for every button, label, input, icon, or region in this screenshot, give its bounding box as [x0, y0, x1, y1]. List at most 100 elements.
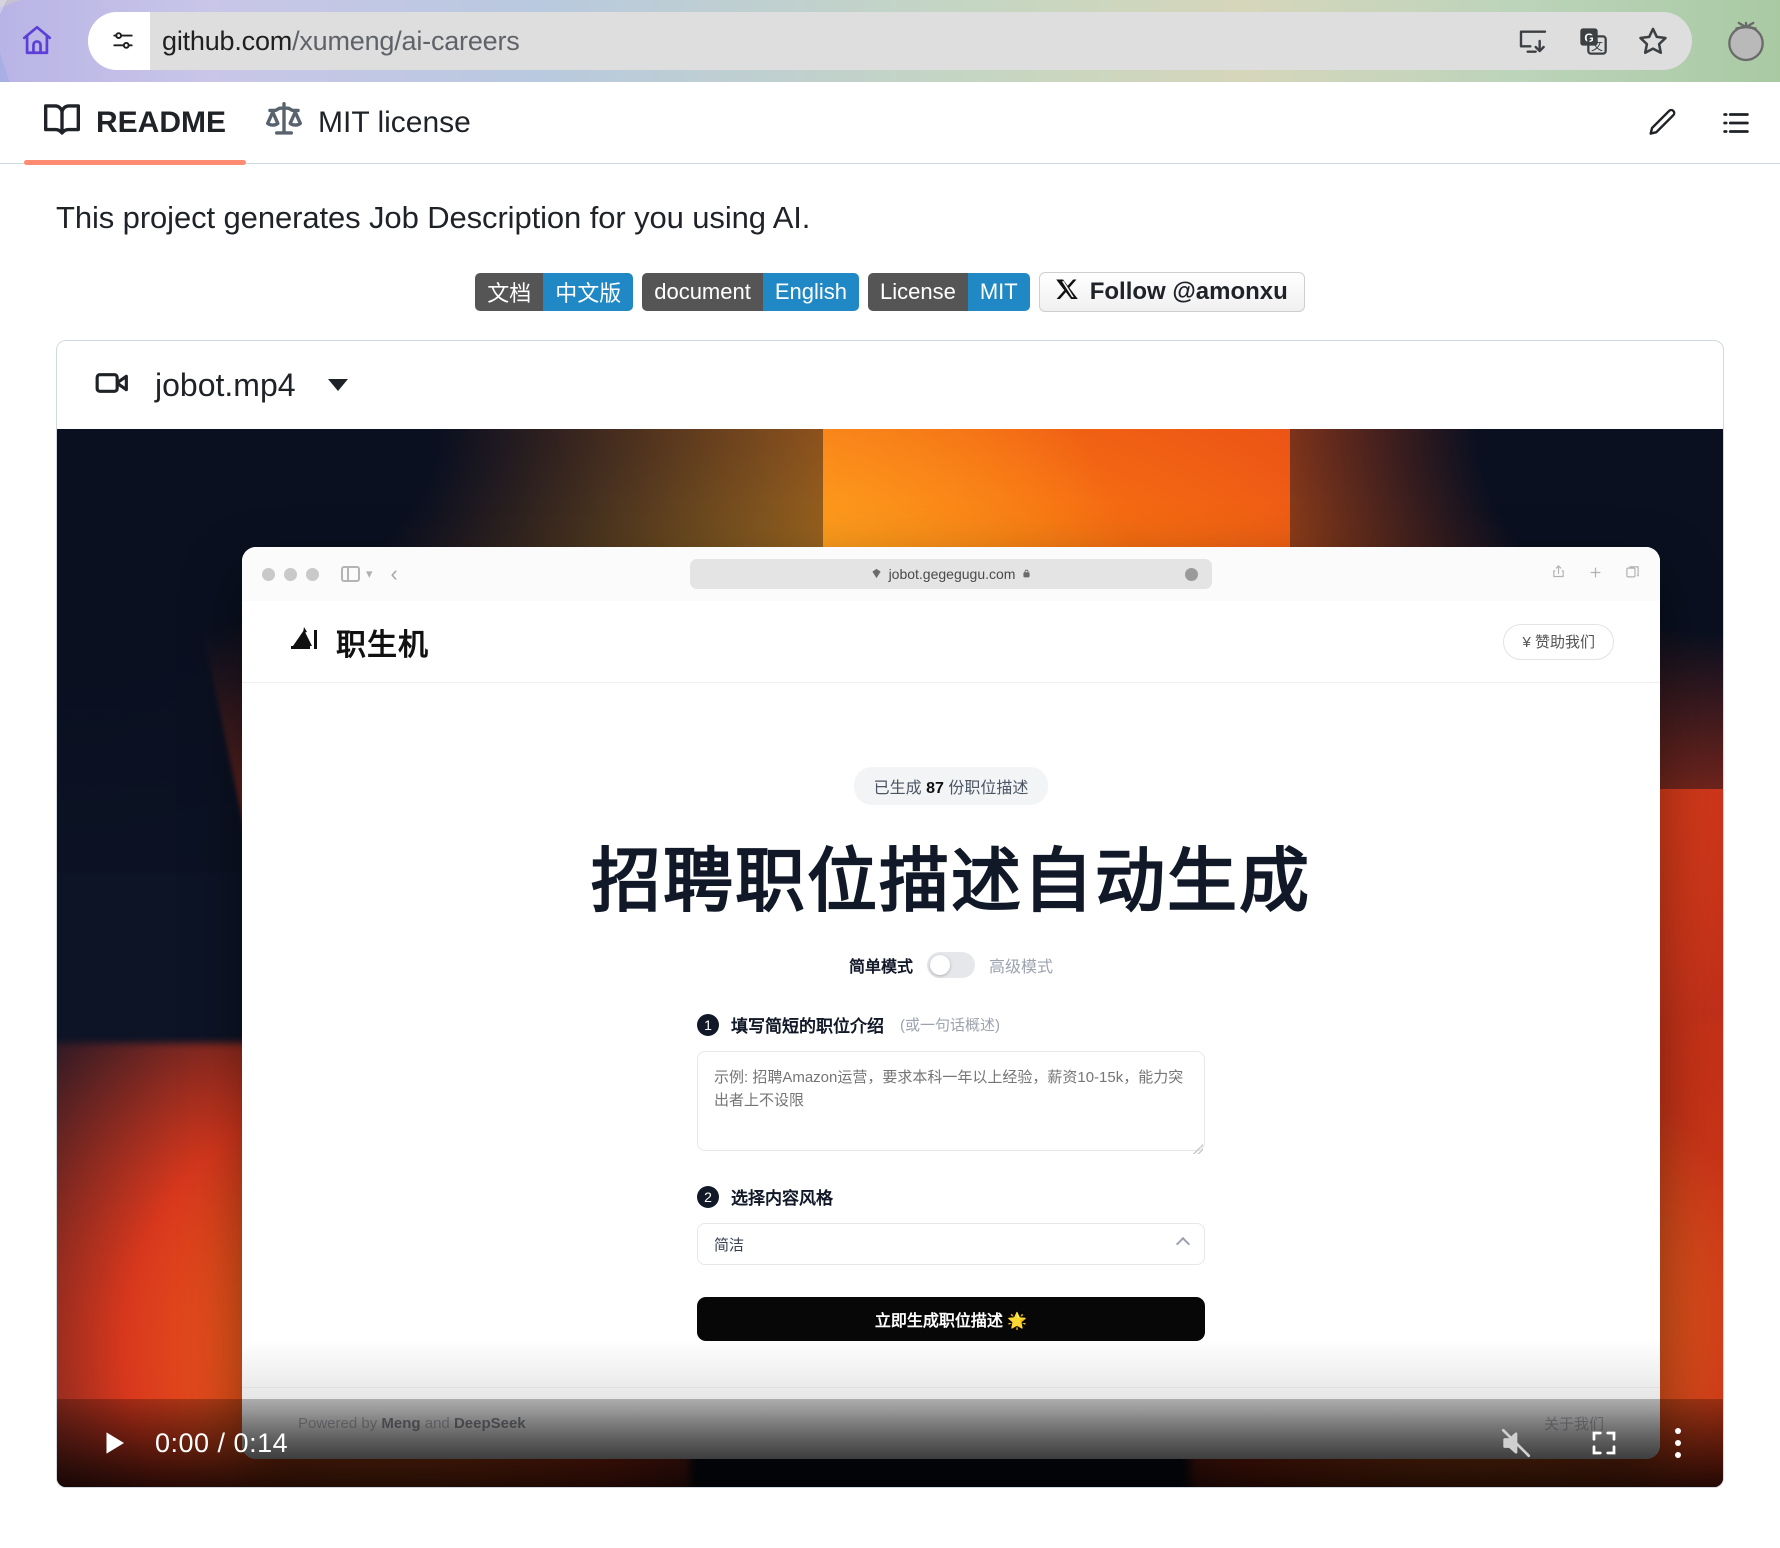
file-header-actions: [1644, 82, 1754, 164]
sidebar-toggle-icon[interactable]: [341, 566, 360, 582]
mock-page-content: 职生机 ¥ 赞助我们 已生成 87 份职位描述 招聘职位描述自动生成 简单模式 …: [242, 601, 1660, 1459]
law-scale-icon: [266, 102, 303, 143]
sponsor-button-label: ¥ 赞助我们: [1522, 634, 1595, 651]
mock-safari-toolbar: ▾ ‹ jobot.gegegugu.com: [242, 547, 1660, 601]
book-icon: [44, 102, 81, 143]
badge-document-english-left: document: [642, 273, 763, 311]
job-intro-textarea[interactable]: [697, 1051, 1205, 1151]
video-controls-right: [1499, 1426, 1681, 1460]
tab-readme[interactable]: README: [24, 82, 247, 165]
video-card: jobot.mp4 ▾ ‹ jobot.gegegugu.com 职生机 ¥ 赞…: [56, 340, 1724, 1488]
generated-count: 87: [926, 780, 944, 797]
site-logo[interactable]: 职生机: [288, 620, 429, 664]
tab-mit-license[interactable]: MIT license: [246, 82, 491, 164]
home-icon: [22, 25, 52, 55]
badge-document-english-right: English: [762, 273, 859, 311]
badge-row: 文档 中文版 document English License MIT Foll…: [0, 272, 1780, 312]
install-app-icon[interactable]: [1516, 24, 1550, 58]
mock-address-bar[interactable]: jobot.gegegugu.com: [690, 559, 1212, 589]
content-style-select[interactable]: 简洁: [697, 1223, 1205, 1265]
address-bar-url: github.com/xumeng/ai-careers: [162, 26, 520, 57]
badge-doc-chinese-left: 文档: [475, 273, 544, 311]
back-chevron-icon[interactable]: ‹: [391, 563, 398, 585]
profile-avatar[interactable]: [1720, 14, 1772, 66]
step-2-row: 2 选择内容风格: [697, 1184, 1205, 1209]
badge-license-mit[interactable]: License MIT: [868, 273, 1030, 311]
translate-icon[interactable]: G 文: [1576, 24, 1610, 58]
file-header-tabs: README MIT license: [0, 82, 1780, 165]
site-header: 职生机 ¥ 赞助我们: [242, 601, 1660, 683]
tab-mit-license-label: MIT license: [318, 105, 471, 139]
generate-button[interactable]: 立即生成职位描述 🌟: [697, 1297, 1205, 1341]
chevron-down-icon[interactable]: [327, 379, 348, 391]
badge-license-mit-left: License: [868, 273, 968, 311]
shield-icon: [871, 566, 882, 582]
chevron-down-icon[interactable]: ▾: [366, 566, 373, 582]
url-path: /xumeng/ai-careers: [292, 25, 520, 56]
video-card-header: jobot.mp4: [57, 341, 1723, 429]
step-1-hint: (或一句话概述): [900, 1017, 1000, 1034]
badge-follow-label: Follow @amonxu: [1089, 278, 1288, 305]
badge-doc-chinese-right: 中文版: [543, 273, 634, 311]
reload-icon[interactable]: [1185, 567, 1198, 581]
site-info-icon[interactable]: [110, 28, 136, 54]
readme-body: This project generates Job Description f…: [0, 164, 1780, 1488]
url-domain: github.com: [162, 25, 293, 56]
volume-muted-icon: [1501, 1428, 1531, 1458]
mock-safari-window: ▾ ‹ jobot.gegegugu.com 职生机 ¥ 赞助我们 已生成 87…: [242, 547, 1660, 1459]
x-twitter-icon: [1055, 277, 1080, 308]
window-traffic-lights[interactable]: [262, 567, 319, 581]
step-2-number: 2: [697, 1185, 719, 1208]
badge-doc-chinese[interactable]: 文档 中文版: [475, 273, 634, 311]
home-button[interactable]: [14, 17, 60, 63]
play-button[interactable]: [99, 1426, 129, 1460]
mode-toggle-row: 简单模式 高级模式: [849, 952, 1053, 978]
site-main: 已生成 87 份职位描述 招聘职位描述自动生成 简单模式 高级模式 1 填写简短…: [242, 683, 1660, 1459]
minimize-window-icon[interactable]: [284, 567, 297, 581]
video-filename: jobot.mp4: [155, 366, 296, 403]
textarea-resize-handle[interactable]: [1193, 1144, 1203, 1154]
video-time-display: 0:00 / 0:14: [155, 1427, 289, 1458]
badge-license-mit-right: MIT: [967, 273, 1030, 311]
generated-badge-prefix: 已生成: [873, 780, 922, 797]
sponsor-button[interactable]: ¥ 赞助我们: [1503, 623, 1614, 660]
mute-button[interactable]: [1499, 1426, 1533, 1460]
play-icon: [106, 1432, 124, 1454]
mock-url-text: jobot.gegegugu.com: [888, 566, 1016, 582]
share-icon[interactable]: [1551, 563, 1566, 585]
badge-follow-twitter[interactable]: Follow @amonxu: [1038, 272, 1305, 312]
tabs-overview-icon[interactable]: [1625, 564, 1640, 585]
maximize-window-icon[interactable]: [306, 567, 319, 581]
page-title: 招聘职位描述自动生成: [591, 842, 1311, 920]
close-window-icon[interactable]: [262, 567, 275, 581]
kebab-menu-icon: [1675, 1428, 1681, 1434]
plus-icon[interactable]: [1588, 564, 1603, 585]
video-camera-icon: [93, 363, 133, 408]
tab-readme-label: README: [96, 105, 227, 139]
fullscreen-button[interactable]: [1589, 1428, 1619, 1458]
svg-text:文: 文: [1591, 38, 1603, 53]
more-options-button[interactable]: [1675, 1428, 1681, 1458]
video-controls-bar: 0:00 / 0:14: [57, 1399, 1723, 1487]
edit-pencil-icon[interactable]: [1644, 105, 1680, 141]
generator-form: 1 填写简短的职位介绍 (或一句话概述) 2 选择内容风格: [697, 1012, 1205, 1341]
bookmark-star-icon[interactable]: [1636, 24, 1670, 58]
mode-advanced-label: 高级模式: [989, 959, 1054, 976]
mode-toggle-switch[interactable]: [927, 952, 975, 978]
badge-document-english[interactable]: document English: [642, 273, 859, 311]
mock-toolbar-right: [1551, 563, 1640, 585]
video-player[interactable]: ▾ ‹ jobot.gegegugu.com 职生机 ¥ 赞助我们 已生成 87…: [57, 429, 1723, 1487]
fullscreen-icon: [1592, 1431, 1616, 1455]
mode-simple-label: 简单模式: [848, 959, 913, 976]
tomato-avatar-icon: [1728, 21, 1764, 62]
readme-intro-paragraph: This project generates Job Description f…: [56, 200, 811, 235]
address-bar[interactable]: github.com/xumeng/ai-careers G 文: [88, 12, 1692, 70]
generated-badge-suffix: 份职位描述: [948, 780, 1029, 797]
generated-count-badge: 已生成 87 份职位描述: [853, 767, 1049, 805]
lock-icon: [1022, 566, 1031, 582]
outline-list-icon[interactable]: [1718, 105, 1754, 141]
step-2-label: 选择内容风格: [731, 1189, 833, 1208]
step-1-row: 1 填写简短的职位介绍 (或一句话概述): [697, 1012, 1205, 1037]
chrome-toolbar-actions: G 文: [1516, 12, 1670, 70]
jobot-logo-icon: [288, 624, 322, 659]
